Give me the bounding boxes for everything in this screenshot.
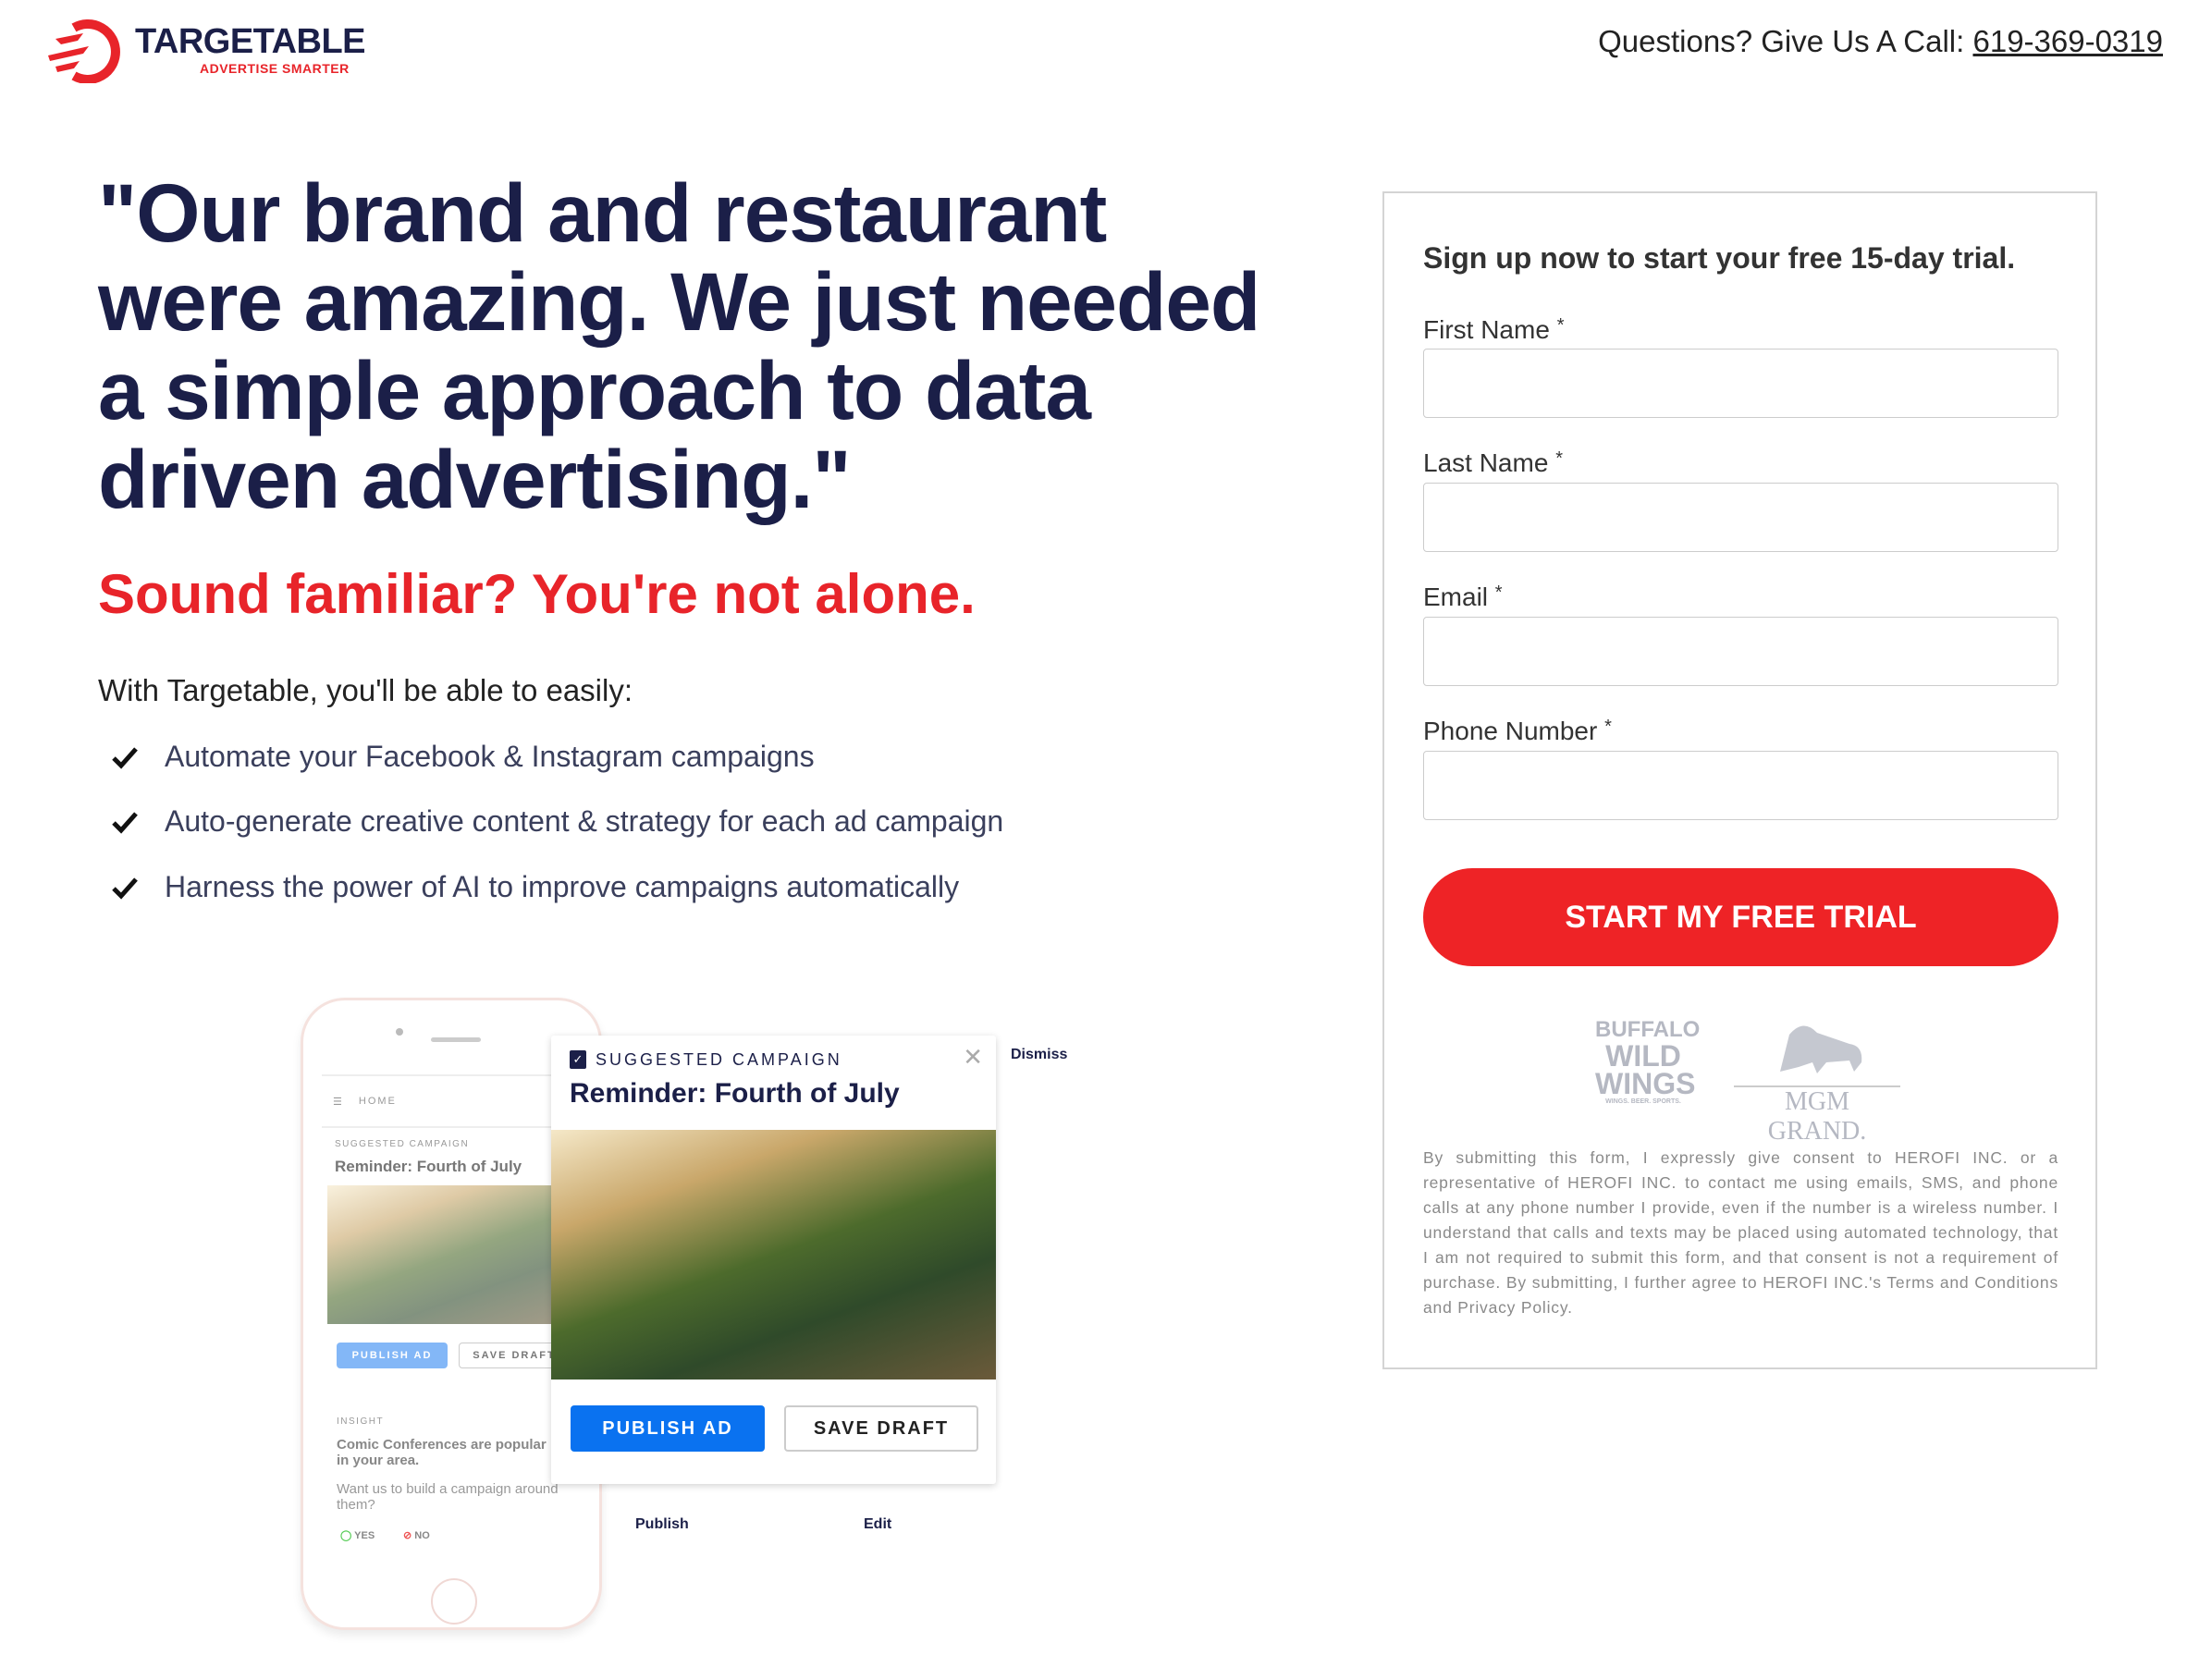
- check-circle-icon: ◯: [340, 1530, 352, 1541]
- hero-headline: "Our brand and restaurant were amazing. …: [98, 166, 1260, 525]
- checkmark-icon: [112, 877, 138, 900]
- logo-mark-icon: [48, 19, 120, 83]
- signup-form: Sign up now to start your free 15-day tr…: [1382, 191, 2097, 1369]
- consent-text: By submitting this form, I expressly giv…: [1423, 1148, 2058, 1317]
- form-title: Sign up now to start your free 15-day tr…: [1423, 241, 2016, 275]
- checkmark-icon: [112, 746, 138, 769]
- phone-title: Reminder: Fourth of July: [335, 1158, 522, 1175]
- card-title: Reminder: Fourth of July: [570, 1078, 900, 1109]
- no-icon: ⊘: [403, 1530, 412, 1541]
- phone-prefix: Questions? Give Us A Call:: [1598, 24, 1973, 58]
- clipboard-check-icon: ✓: [570, 1050, 586, 1069]
- phone-campaign-image: [327, 1185, 577, 1324]
- campaign-image: [551, 1130, 996, 1380]
- benefit-item: Automate your Facebook & Instagram campa…: [111, 740, 815, 774]
- logo-wordmark: TARGETABLE: [135, 22, 366, 61]
- dismiss-label: Dismiss: [1011, 1047, 1068, 1062]
- logo-tagline: ADVERTISE SMARTER: [200, 61, 350, 76]
- close-icon[interactable]: ✕: [963, 1043, 983, 1072]
- buffalo-wild-wings-logo: BUFFALO WILD WINGS WINGS. BEER. SPORTS.: [1595, 1017, 1701, 1106]
- home-button: [431, 1578, 477, 1625]
- benefit-text: Automate your Facebook & Instagram campa…: [165, 740, 815, 773]
- insight-yes: ◯ YES: [340, 1530, 375, 1541]
- benefit-item: Harness the power of AI to improve campa…: [111, 870, 959, 904]
- last-name-label: Last Name *: [1423, 448, 1563, 477]
- email-label: Email *: [1423, 582, 1503, 611]
- benefit-text: Harness the power of AI to improve campa…: [165, 870, 960, 903]
- phone-number-label: Phone Number *: [1423, 717, 1612, 745]
- publish-ad-button[interactable]: PUBLISH AD: [571, 1405, 765, 1452]
- email-input[interactable]: [1423, 617, 2058, 686]
- start-free-trial-button[interactable]: START MY FREE TRIAL: [1423, 868, 2058, 966]
- phone-camera: [396, 1028, 403, 1036]
- phone-publish-button: PUBLISH AD: [337, 1343, 448, 1368]
- lion-icon: [1780, 1025, 1862, 1073]
- checkmark-icon: [112, 811, 138, 834]
- mgm-grand-logo: MGM GRAND.: [1734, 1016, 1900, 1147]
- phone-contact: Questions? Give Us A Call: 619-369-0319: [1598, 24, 2163, 59]
- first-name-input[interactable]: [1423, 349, 2058, 418]
- first-name-label: First Name *: [1423, 315, 1565, 344]
- insight-no: ⊘ NO: [403, 1530, 430, 1541]
- menu-icon: ☰: [333, 1096, 344, 1108]
- phone-link[interactable]: 619-369-0319: [1972, 24, 2163, 58]
- edit-label: Edit: [864, 1516, 892, 1532]
- hero-intro: With Targetable, you'll be able to easil…: [98, 673, 633, 707]
- card-kicker: SUGGESTED CAMPAIGN: [596, 1050, 842, 1069]
- insight-title: Comic Conferences are popular in your ar…: [337, 1437, 547, 1468]
- benefit-text: Auto-generate creative content & strateg…: [165, 804, 1004, 838]
- phone-speaker: [431, 1037, 481, 1042]
- hero-subheadline: Sound familiar? You're not alone.: [98, 563, 976, 625]
- save-draft-button[interactable]: SAVE DRAFT: [784, 1405, 978, 1452]
- phone-kicker: SUGGESTED CAMPAIGN: [335, 1139, 470, 1149]
- publish-label: Publish: [635, 1516, 689, 1532]
- phone-nav-label: HOME: [358, 1096, 397, 1107]
- last-name-input[interactable]: [1423, 483, 2058, 552]
- insight-body: Want us to build a campaign around them?: [337, 1481, 559, 1513]
- phone-number-input[interactable]: [1423, 751, 2058, 820]
- benefit-item: Auto-generate creative content & strateg…: [111, 804, 1003, 839]
- suggested-campaign-card: ✓ SUGGESTED CAMPAIGN ✕ Reminder: Fourth …: [551, 1036, 996, 1484]
- logo[interactable]: TARGETABLE ADVERTISE SMARTER: [46, 18, 366, 83]
- insight-kicker: INSIGHT: [337, 1416, 385, 1427]
